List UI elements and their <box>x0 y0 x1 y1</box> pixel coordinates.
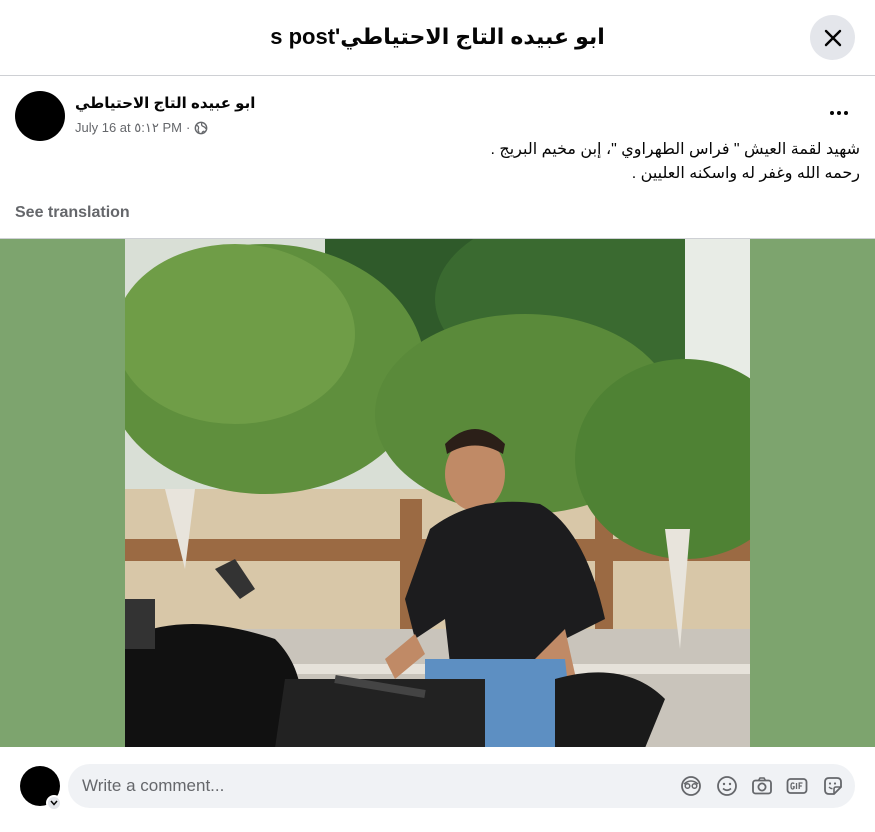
comment-bar <box>0 747 875 832</box>
post-body: شهيد لقمة العيش " فراس الطهراوي "، إبن م… <box>15 138 861 186</box>
close-icon <box>824 29 841 46</box>
dialog-header: ابو عبيده التاج الاحتياطي's post <box>0 0 875 76</box>
more-dot-icon <box>837 111 841 115</box>
globe-icon <box>194 121 208 135</box>
avatar-sticker-button[interactable] <box>680 775 702 797</box>
comment-input[interactable] <box>82 764 642 808</box>
post-meta: July 16 at ٥:١٢ PM · <box>75 119 208 137</box>
camera-icon <box>752 777 772 795</box>
avatar-icon <box>681 776 701 796</box>
post-header: ابو عبيده التاج الاحتياطي July 16 at ٥:١… <box>15 91 860 143</box>
emoji-button[interactable] <box>716 775 738 797</box>
emoji-icon <box>717 776 737 796</box>
profile-switcher-button[interactable] <box>46 795 62 811</box>
photo-container <box>0 238 875 747</box>
dialog-title: ابو عبيده التاج الاحتياطي's post <box>270 24 605 49</box>
gif-button[interactable] <box>786 775 808 797</box>
author-name[interactable]: ابو عبيده التاج الاحتياطي <box>75 94 255 114</box>
photo-illustration <box>125 239 750 747</box>
post-timestamp[interactable]: July 16 at ٥:١٢ PM <box>75 119 182 137</box>
sticker-button[interactable] <box>822 775 844 797</box>
close-button[interactable] <box>810 15 855 60</box>
more-options-button[interactable] <box>824 103 854 123</box>
gif-icon <box>786 778 808 794</box>
meta-separator: · <box>185 120 191 135</box>
post-text-line: شهيد لقمة العيش " فراس الطهراوي "، إبن م… <box>490 141 861 158</box>
more-dot-icon <box>844 111 848 115</box>
chevron-down-icon <box>50 800 58 806</box>
post-text-line: رحمه الله وغفر له واسكنه العليين . <box>631 165 860 182</box>
comment-input-wrapper <box>68 764 855 808</box>
post-photo[interactable] <box>125 239 750 747</box>
photo-button[interactable] <box>751 775 773 797</box>
author-avatar[interactable] <box>15 91 65 141</box>
see-translation-link[interactable]: See translation <box>15 203 130 223</box>
sticker-icon <box>824 777 842 795</box>
more-dot-icon <box>830 111 834 115</box>
